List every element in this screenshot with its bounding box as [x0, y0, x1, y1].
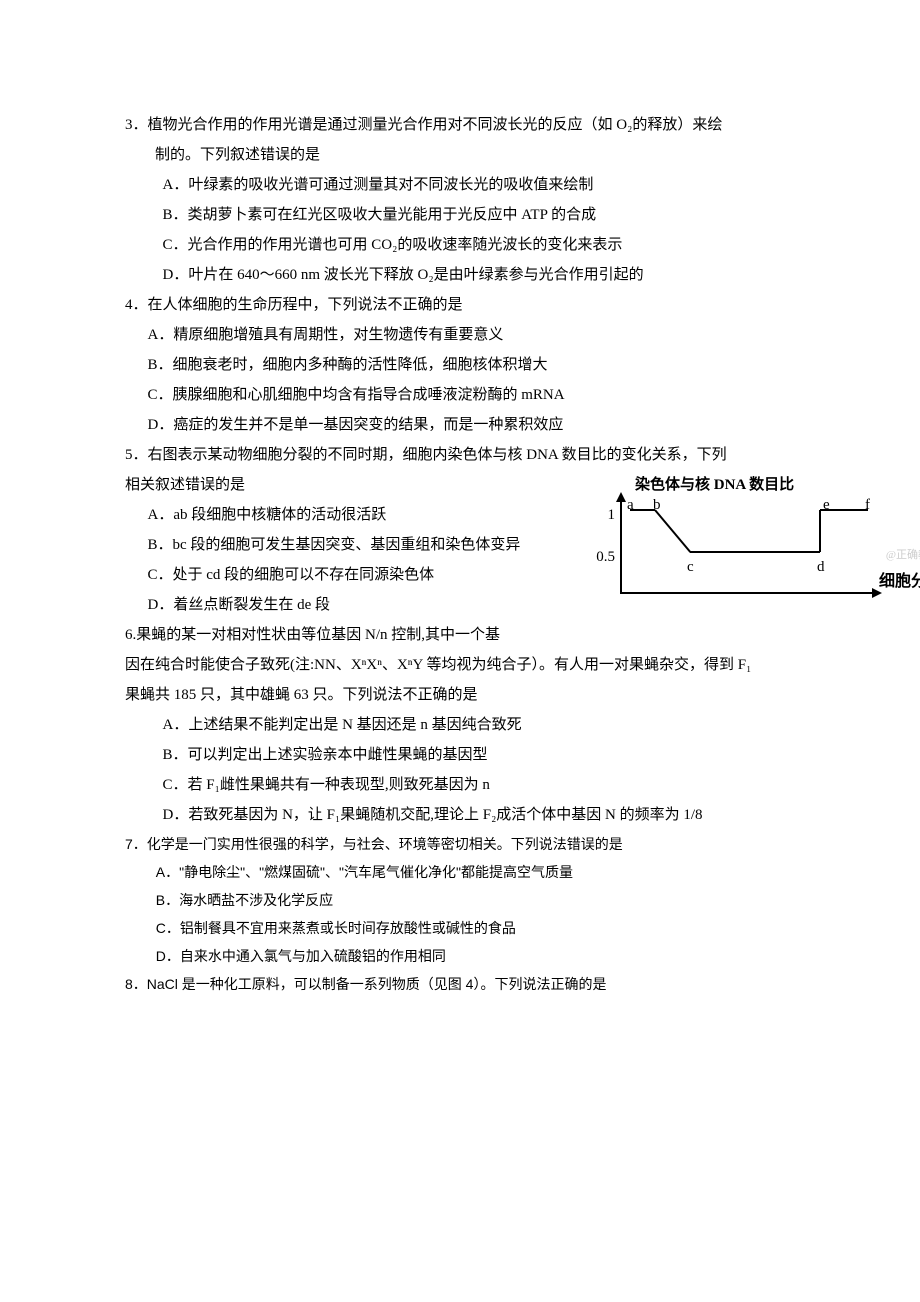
q6-stem-line2: 因在纯合时能使合子致死(注:NN、XⁿXⁿ、XⁿY 等均视为纯合子）。有人用一对… [125, 650, 815, 680]
q8-stem: 8．NaCl 是一种化工原料，可以制备一系列物质（见图 4）。下列说法正确的是 [125, 970, 815, 998]
chart-watermark: @正确教育 [886, 544, 920, 566]
q6-stem-line1: 6.果蝇的某一对相对性状由等位基因 N/n 控制,其中一个基 [125, 620, 815, 650]
question-4: 4．在人体细胞的生命历程中，下列说法不正确的是 A．精原细胞增殖具有周期性，对生… [125, 290, 815, 440]
q6-option-d: D．若致死基因为 N，让 F₁果蝇随机交配,理论上 F₂成活个体中基因 N 的频… [125, 800, 815, 830]
chart-x-label: 细胞分裂时期 [879, 566, 920, 598]
question-5: 5．右图表示某动物细胞分裂的不同时期，细胞内染色体与核 DNA 数目比的变化关系… [125, 440, 815, 620]
chart-point-d: d [817, 552, 825, 582]
q7-option-a: A．"静电除尘"、"燃煤固硫"、"汽车尾气催化净化"都能提高空气质量 [125, 858, 815, 886]
chart-point-b: b [653, 490, 661, 520]
q3-option-a: A．叶绿素的吸收光谱可通过测量其对不同波长光的吸收值来绘制 [125, 170, 815, 200]
chart-plot-area: 1 0.5 a b c d e f 细胞分裂时期 @正确教育 [565, 494, 885, 594]
chart-point-c: c [687, 552, 694, 582]
question-3: 3．植物光合作用的作用光谱是通过测量光合作用对不同波长光的反应（如 O₂的释放）… [125, 110, 815, 290]
q3-option-c: C．光合作用的作用光谱也可用 CO₂的吸收速率随光波长的变化来表示 [125, 230, 815, 260]
q5-stem-line1: 5．右图表示某动物细胞分裂的不同时期，细胞内染色体与核 DNA 数目比的变化关系… [125, 440, 815, 470]
q6-option-b: B．可以判定出上述实验亲本中雌性果蝇的基因型 [125, 740, 815, 770]
chart-ratio: 染色体与核 DNA 数目比 1 0.5 a b c d e f 细胞分裂时期 @… [565, 474, 905, 594]
chart-ytick-05: 0.5 [585, 542, 615, 572]
q3-option-d: D．叶片在 640～660 nm 波长光下释放 O₂是由叶绿素参与光合作用引起的 [125, 260, 815, 290]
q5-option-d: D．着丝点断裂发生在 de 段 [125, 590, 815, 620]
q6-option-c: C．若 F₁雌性果蝇共有一种表现型,则致死基因为 n [125, 770, 815, 800]
q3-option-b: B．类胡萝卜素可在红光区吸收大量光能用于光反应中 ATP 的合成 [125, 200, 815, 230]
q4-stem: 4．在人体细胞的生命历程中，下列说法不正确的是 [125, 290, 815, 320]
q3-stem-line2: 制的。下列叙述错误的是 [125, 140, 815, 170]
q7-stem: 7．化学是一门实用性很强的科学，与社会、环境等密切相关。下列说法错误的是 [125, 830, 815, 858]
q6-stem-line3: 果蝇共 185 只，其中雄蝇 63 只。下列说法不正确的是 [125, 680, 815, 710]
chart-point-e: e [823, 490, 830, 520]
q3-stem-line1: 3．植物光合作用的作用光谱是通过测量光合作用对不同波长光的反应（如 O₂的释放）… [125, 110, 815, 140]
q4-option-c: C．胰腺细胞和心肌细胞中均含有指导合成唾液淀粉酶的 mRNA [125, 380, 815, 410]
question-8: 8．NaCl 是一种化工原料，可以制备一系列物质（见图 4）。下列说法正确的是 [125, 970, 815, 998]
chart-seg-cd [690, 551, 820, 553]
q6-option-a: A．上述结果不能判定出是 N 基因还是 n 基因纯合致死 [125, 710, 815, 740]
q4-option-a: A．精原细胞增殖具有周期性，对生物遗传有重要意义 [125, 320, 815, 350]
q7-option-d: D．自来水中通入氯气与加入硫酸铝的作用相同 [125, 942, 815, 970]
chart-y-axis [620, 494, 622, 594]
chart-x-axis [620, 592, 880, 594]
q7-option-b: B．海水晒盐不涉及化学反应 [125, 886, 815, 914]
chart-ytick-1: 1 [585, 500, 615, 530]
question-7: 7．化学是一门实用性很强的科学，与社会、环境等密切相关。下列说法错误的是 A．"… [125, 830, 815, 970]
q4-option-d: D．癌症的发生并不是单一基因突变的结果，而是一种累积效应 [125, 410, 815, 440]
q7-option-c: C．铝制餐具不宜用来蒸煮或长时间存放酸性或碱性的食品 [125, 914, 815, 942]
question-6: 6.果蝇的某一对相对性状由等位基因 N/n 控制,其中一个基 因在纯合时能使合子… [125, 620, 815, 830]
chart-point-a: a [627, 490, 634, 520]
chart-seg-de [819, 510, 821, 552]
q4-option-b: B．细胞衰老时，细胞内多种酶的活性降低，细胞核体积增大 [125, 350, 815, 380]
chart-point-f: f [865, 490, 870, 520]
